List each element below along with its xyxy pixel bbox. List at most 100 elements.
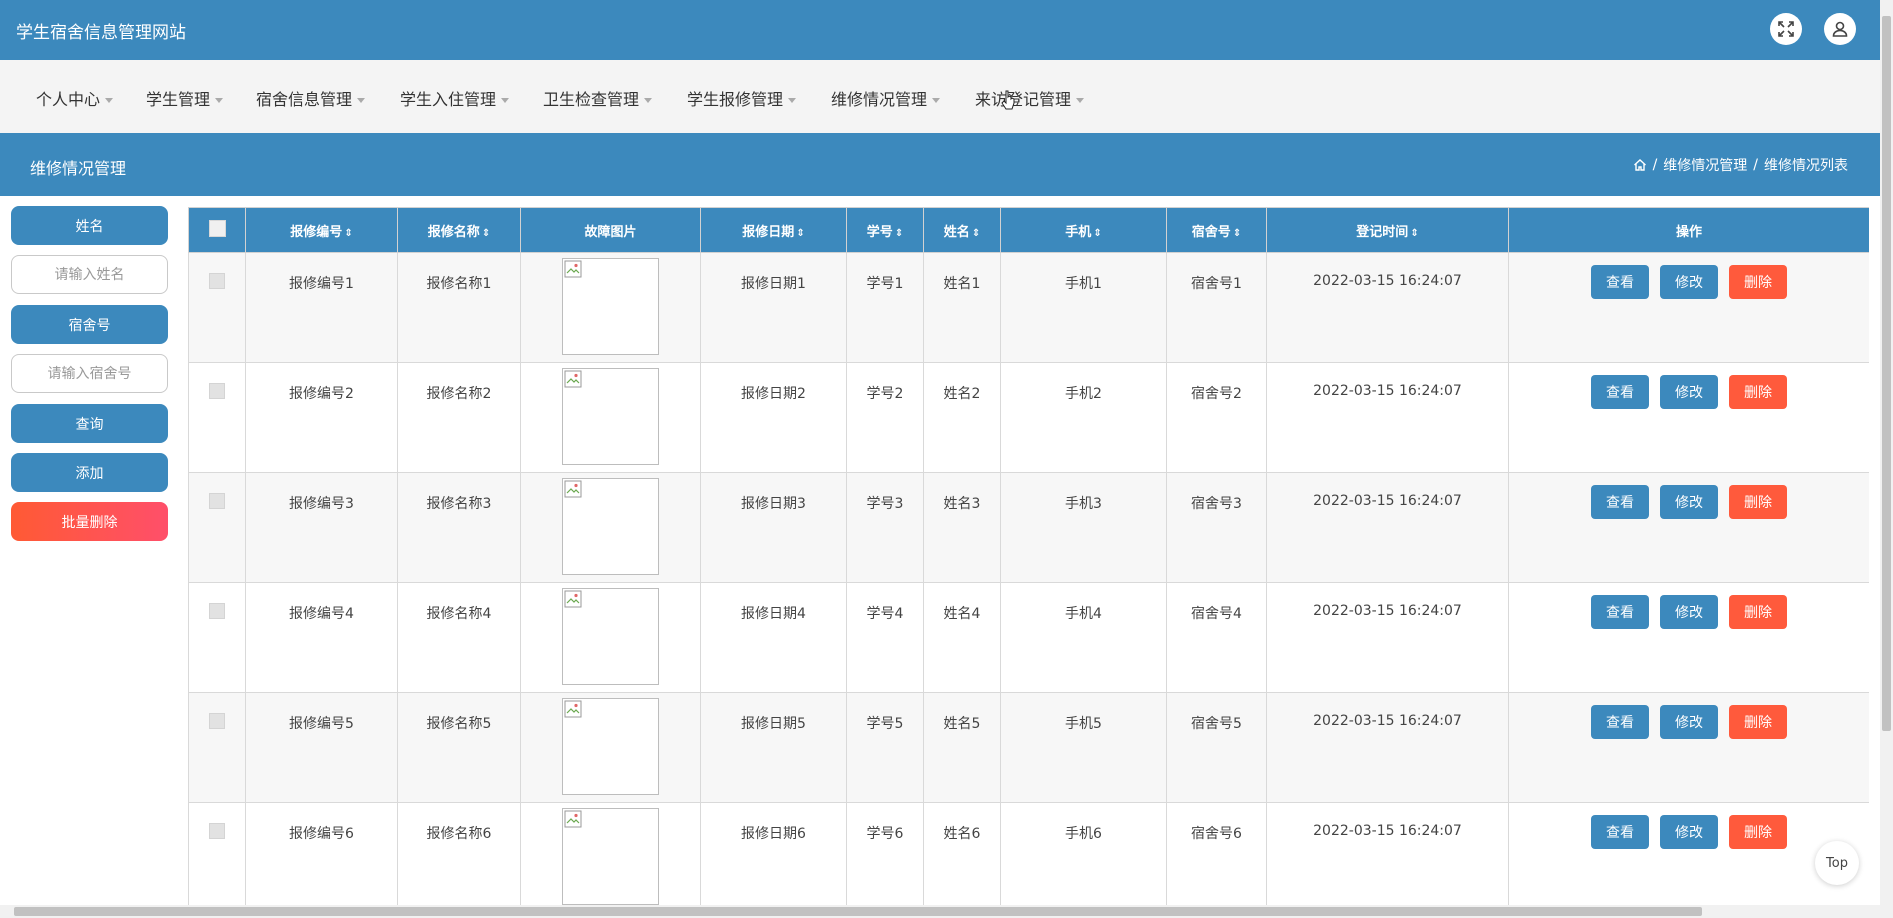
column-header[interactable]: 手机 ⇕	[1000, 207, 1167, 253]
chevron-down-icon	[788, 98, 797, 103]
broken-image-icon	[564, 590, 582, 608]
cell-actions: 查看 修改 删除	[1508, 472, 1869, 583]
delete-button[interactable]: 删除	[1729, 485, 1787, 519]
menu-dorm-info[interactable]: 宿舍信息管理	[256, 86, 366, 110]
delete-button[interactable]: 删除	[1729, 815, 1787, 849]
name-search-input[interactable]	[11, 255, 168, 294]
cell-register-time: 2022-03-15 16:24:07	[1266, 692, 1509, 803]
cell-repair-no: 报修编号1	[245, 252, 398, 363]
row-checkbox[interactable]	[209, 493, 225, 509]
cell-repair-name: 报修名称5	[397, 692, 521, 803]
row-checkbox[interactable]	[209, 823, 225, 839]
page-title: 维修情况管理	[30, 159, 127, 178]
sort-icon[interactable]: ⇕	[1093, 228, 1101, 239]
cell-register-time: 2022-03-15 16:24:07	[1266, 472, 1509, 583]
sort-icon[interactable]: ⇕	[1233, 228, 1241, 239]
column-header[interactable]: 报修编号 ⇕	[245, 207, 398, 253]
dorm-search-input[interactable]	[11, 354, 168, 393]
cell-phone: 手机1	[1000, 252, 1167, 363]
fault-image[interactable]	[562, 258, 659, 355]
menu-repair-request[interactable]: 学生报修管理	[687, 86, 797, 110]
fault-image[interactable]	[562, 698, 659, 795]
fault-image[interactable]	[562, 808, 659, 905]
row-checkbox[interactable]	[209, 603, 225, 619]
row-select-cell[interactable]	[188, 692, 246, 803]
menu-student-management[interactable]: 学生管理	[146, 86, 224, 110]
select-all-header[interactable]	[188, 207, 246, 253]
cell-fault-image	[520, 582, 701, 693]
back-to-top-button[interactable]: Top	[1815, 841, 1859, 885]
vertical-scrollbar-thumb[interactable]	[1882, 16, 1891, 731]
row-select-cell[interactable]	[188, 362, 246, 473]
sort-icon[interactable]: ⇕	[972, 228, 980, 239]
delete-button[interactable]: 删除	[1729, 705, 1787, 739]
cell-repair-date: 报修日期6	[700, 802, 847, 906]
vertical-scrollbar[interactable]	[1880, 0, 1893, 918]
horizontal-scrollbar[interactable]	[0, 905, 1880, 918]
column-header[interactable]: 姓名 ⇕	[923, 207, 1001, 253]
sort-icon[interactable]: ⇕	[1410, 228, 1418, 239]
column-header[interactable]: 报修名称 ⇕	[397, 207, 521, 253]
row-checkbox[interactable]	[209, 383, 225, 399]
cell-dorm-no: 宿舍号1	[1166, 252, 1267, 363]
sort-icon[interactable]: ⇕	[482, 228, 490, 239]
column-header[interactable]: 学号 ⇕	[846, 207, 924, 253]
fault-image[interactable]	[562, 478, 659, 575]
view-button[interactable]: 查看	[1591, 265, 1649, 299]
table-row: 报修编号3 报修名称3 报修日期3 学号3 姓名3 手机3 宿舍号3 2022-03-15 1…	[188, 472, 1869, 583]
sort-icon[interactable]: ⇕	[344, 228, 352, 239]
cell-fault-image	[520, 802, 701, 906]
delete-button[interactable]: 删除	[1729, 265, 1787, 299]
menu-checkin[interactable]: 学生入住管理	[400, 86, 510, 110]
search-button[interactable]: 查询	[11, 404, 168, 443]
cell-student-name: 姓名2	[923, 362, 1001, 473]
edit-button[interactable]: 修改	[1660, 705, 1718, 739]
fault-image[interactable]	[562, 588, 659, 685]
column-header[interactable]: 宿舍号 ⇕	[1166, 207, 1267, 253]
sort-icon[interactable]: ⇕	[895, 228, 903, 239]
menu-personal-center[interactable]: 个人中心	[36, 86, 114, 110]
cell-fault-image	[520, 472, 701, 583]
view-button[interactable]: 查看	[1591, 595, 1649, 629]
table-header-row: 报修编号 ⇕ 报修名称 ⇕ 故障图片 报修日期 ⇕ 学号 ⇕ 姓名 ⇕ 手机 ⇕ 宿舍号 ⇕ …	[188, 207, 1869, 253]
broken-image-icon	[564, 480, 582, 498]
cell-repair-date: 报修日期1	[700, 252, 847, 363]
edit-button[interactable]: 修改	[1660, 815, 1718, 849]
batch-delete-button[interactable]: 批量删除	[11, 502, 168, 541]
fullscreen-icon[interactable]	[1770, 13, 1802, 45]
menu-hygiene[interactable]: 卫生检查管理	[543, 86, 653, 110]
select-all-checkbox[interactable]	[208, 219, 226, 237]
view-button[interactable]: 查看	[1591, 815, 1649, 849]
row-select-cell[interactable]	[188, 472, 246, 583]
chevron-down-icon	[1076, 98, 1085, 103]
column-header[interactable]: 报修日期 ⇕	[700, 207, 847, 253]
row-select-cell[interactable]	[188, 252, 246, 363]
user-icon[interactable]	[1824, 13, 1856, 45]
edit-button[interactable]: 修改	[1660, 595, 1718, 629]
view-button[interactable]: 查看	[1591, 485, 1649, 519]
edit-button[interactable]: 修改	[1660, 265, 1718, 299]
menu-visitor[interactable]: 来访登记管理	[975, 86, 1085, 110]
edit-button[interactable]: 修改	[1660, 375, 1718, 409]
breadcrumb-item-repair-status[interactable]: 维修情况管理	[1663, 155, 1747, 175]
cell-repair-no: 报修编号3	[245, 472, 398, 583]
row-select-cell[interactable]	[188, 582, 246, 693]
add-button[interactable]: 添加	[11, 453, 168, 492]
fault-image[interactable]	[562, 368, 659, 465]
home-icon[interactable]	[1633, 158, 1647, 172]
horizontal-scrollbar-thumb[interactable]	[14, 907, 1702, 916]
delete-button[interactable]: 删除	[1729, 595, 1787, 629]
cell-dorm-no: 宿舍号2	[1166, 362, 1267, 473]
column-header[interactable]: 登记时间 ⇕	[1266, 207, 1509, 253]
delete-button[interactable]: 删除	[1729, 375, 1787, 409]
row-select-cell[interactable]	[188, 802, 246, 906]
edit-button[interactable]: 修改	[1660, 485, 1718, 519]
view-button[interactable]: 查看	[1591, 705, 1649, 739]
table-row: 报修编号2 报修名称2 报修日期2 学号2 姓名2 手机2 宿舍号2 2022-03-15 1…	[188, 362, 1869, 473]
row-checkbox[interactable]	[209, 713, 225, 729]
menu-repair-status[interactable]: 维修情况管理	[831, 86, 941, 110]
row-checkbox[interactable]	[209, 273, 225, 289]
sort-icon[interactable]: ⇕	[796, 228, 804, 239]
view-button[interactable]: 查看	[1591, 375, 1649, 409]
cell-repair-date: 报修日期4	[700, 582, 847, 693]
